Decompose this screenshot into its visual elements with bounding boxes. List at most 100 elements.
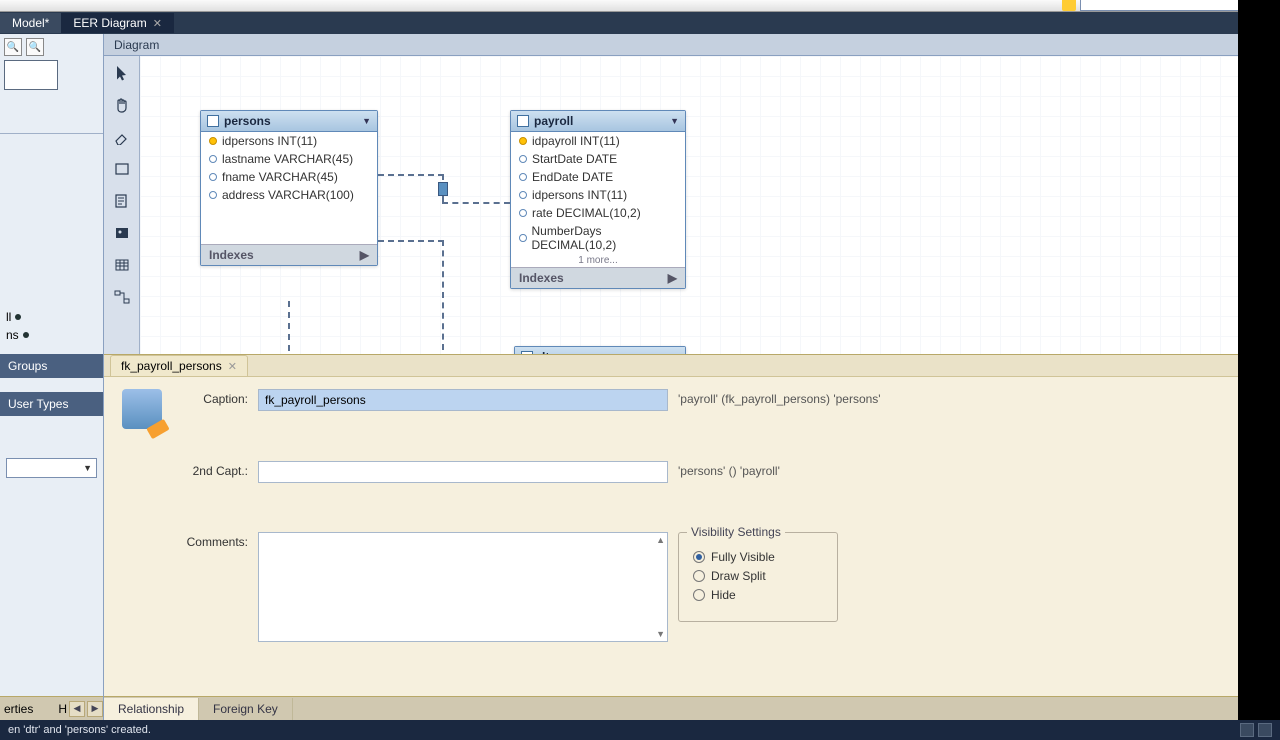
radio-icon <box>693 589 705 601</box>
top-menu-bar <box>0 0 1280 12</box>
relation-tool[interactable] <box>111 286 133 308</box>
entity-title: payroll <box>534 114 665 128</box>
tab-model[interactable]: Model* <box>0 13 61 33</box>
comments-textarea[interactable]: ▲ ▼ <box>258 532 668 642</box>
tab-foreign-key[interactable]: Foreign Key <box>199 698 293 720</box>
relationship-icon <box>122 389 162 429</box>
status-button[interactable] <box>1240 723 1254 737</box>
note-tool[interactable] <box>111 190 133 212</box>
column-label: lastname VARCHAR(45) <box>222 152 353 166</box>
entity-title: persons <box>224 114 357 128</box>
image-tool[interactable] <box>111 222 133 244</box>
pointer-tool[interactable] <box>111 62 133 84</box>
bullet-icon <box>23 332 29 338</box>
column-label: EndDate DATE <box>532 170 613 184</box>
caption-input[interactable] <box>258 389 668 411</box>
type-selector[interactable]: ▼ <box>6 458 97 478</box>
column-icon <box>519 173 527 181</box>
caption2-label: 2nd Capt.: <box>178 461 248 478</box>
pk-icon <box>519 137 527 145</box>
tool-palette <box>104 56 140 354</box>
indexes-label: Indexes <box>209 248 254 262</box>
props-tab-label: fk_payroll_persons <box>121 359 222 373</box>
column-label: idpersons INT(11) <box>222 134 317 148</box>
radio-hide[interactable]: Hide <box>693 588 823 602</box>
visibility-settings-group: Visibility Settings Fully Visible Draw S… <box>678 532 838 622</box>
table-icon <box>517 115 529 127</box>
eraser-tool[interactable] <box>111 126 133 148</box>
caption-info: 'payroll' (fk_payroll_persons) 'persons' <box>678 389 881 406</box>
column-icon <box>209 191 217 199</box>
entity-persons[interactable]: persons ▼ idpersons INT(11) lastname VAR… <box>200 110 378 266</box>
tab-eer-label: EER Diagram <box>73 16 146 30</box>
radio-draw-split[interactable]: Draw Split <box>693 569 823 583</box>
tab-model-label: Model* <box>12 16 49 30</box>
column-label: idpayroll INT(11) <box>532 134 620 148</box>
radio-icon <box>693 551 705 563</box>
column-icon <box>519 191 527 199</box>
expand-down-icon[interactable]: ▼ <box>656 629 665 639</box>
nav-left-icon[interactable]: ◀ <box>69 701 85 717</box>
relation-line[interactable] <box>288 301 290 351</box>
entity-dtr[interactable]: dtr ▼ <box>514 346 686 354</box>
file-tab-strip: Model* EER Diagram ✕ <box>0 12 1280 34</box>
chevron-down-icon[interactable]: ▼ <box>362 116 371 126</box>
relation-line[interactable] <box>378 174 444 176</box>
tab-eer-diagram[interactable]: EER Diagram ✕ <box>61 13 174 33</box>
caption2-info: 'persons' () 'payroll' <box>678 461 881 478</box>
close-icon[interactable]: ✕ <box>153 17 162 30</box>
table-tool[interactable] <box>111 254 133 276</box>
caption-label: Caption: <box>178 389 248 406</box>
object-tree: ll ns <box>0 134 103 354</box>
layer-tool[interactable] <box>111 158 133 180</box>
bottom-tab-strip: Relationship Foreign Key <box>104 696 1280 720</box>
tree-item[interactable]: ns <box>2 326 101 344</box>
section-header-user-types[interactable]: User Types <box>0 392 103 416</box>
relation-line[interactable] <box>378 240 444 242</box>
cropped-edge <box>1238 0 1280 720</box>
column-label: StartDate DATE <box>532 152 617 166</box>
status-bar: en 'dtr' and 'persons' created. <box>0 720 1280 740</box>
status-button[interactable] <box>1258 723 1272 737</box>
more-columns-label[interactable]: 1 more... <box>511 254 685 267</box>
zoom-in-icon[interactable]: 🔍 <box>26 38 44 56</box>
radio-fully-visible[interactable]: Fully Visible <box>693 550 823 564</box>
chevron-down-icon[interactable]: ▼ <box>670 116 679 126</box>
chevron-down-icon[interactable]: ▼ <box>670 352 679 354</box>
caption2-input[interactable] <box>258 461 668 483</box>
relation-line[interactable] <box>442 240 444 350</box>
chevron-down-icon: ▼ <box>83 463 92 473</box>
hand-tool[interactable] <box>111 94 133 116</box>
diagram-header: Diagram <box>104 34 1280 56</box>
relation-handle[interactable] <box>438 182 448 196</box>
relation-line[interactable] <box>442 202 510 204</box>
radio-label: Hide <box>711 588 736 602</box>
section-header-groups[interactable]: Groups <box>0 354 103 378</box>
tree-item[interactable]: ll <box>2 308 101 326</box>
entity-payroll[interactable]: payroll ▼ idpayroll INT(11) StartDate DA… <box>510 110 686 289</box>
diagram-canvas[interactable]: persons ▼ idpersons INT(11) lastname VAR… <box>140 56 1264 354</box>
expand-up-icon[interactable]: ▲ <box>656 535 665 545</box>
side-tab-h[interactable]: H <box>58 702 67 716</box>
tab-relationship[interactable]: Relationship <box>104 698 199 720</box>
table-icon <box>521 351 533 354</box>
column-icon <box>209 173 217 181</box>
entity-title: dtr <box>538 350 665 354</box>
radio-label: Fully Visible <box>711 550 775 564</box>
search-icon[interactable] <box>1062 0 1076 11</box>
column-icon <box>519 234 527 242</box>
side-property-tabs: erties H ◀ ▶ <box>0 696 103 720</box>
diagram-title: Diagram <box>114 38 159 52</box>
tree-item-label: ns <box>6 328 19 342</box>
radio-label: Draw Split <box>711 569 766 583</box>
nav-right-icon[interactable]: ▶ <box>87 701 103 717</box>
chevron-right-icon[interactable]: ▶ <box>360 248 369 262</box>
side-tab-properties[interactable]: erties <box>4 702 33 716</box>
chevron-right-icon[interactable]: ▶ <box>668 271 677 285</box>
mini-map[interactable] <box>4 60 58 90</box>
column-icon <box>519 209 527 217</box>
zoom-out-icon[interactable]: 🔍 <box>4 38 22 56</box>
props-tab-fk[interactable]: fk_payroll_persons ✕ <box>110 355 248 376</box>
column-label: idpersons INT(11) <box>532 188 627 202</box>
close-icon[interactable]: ✕ <box>228 360 237 373</box>
